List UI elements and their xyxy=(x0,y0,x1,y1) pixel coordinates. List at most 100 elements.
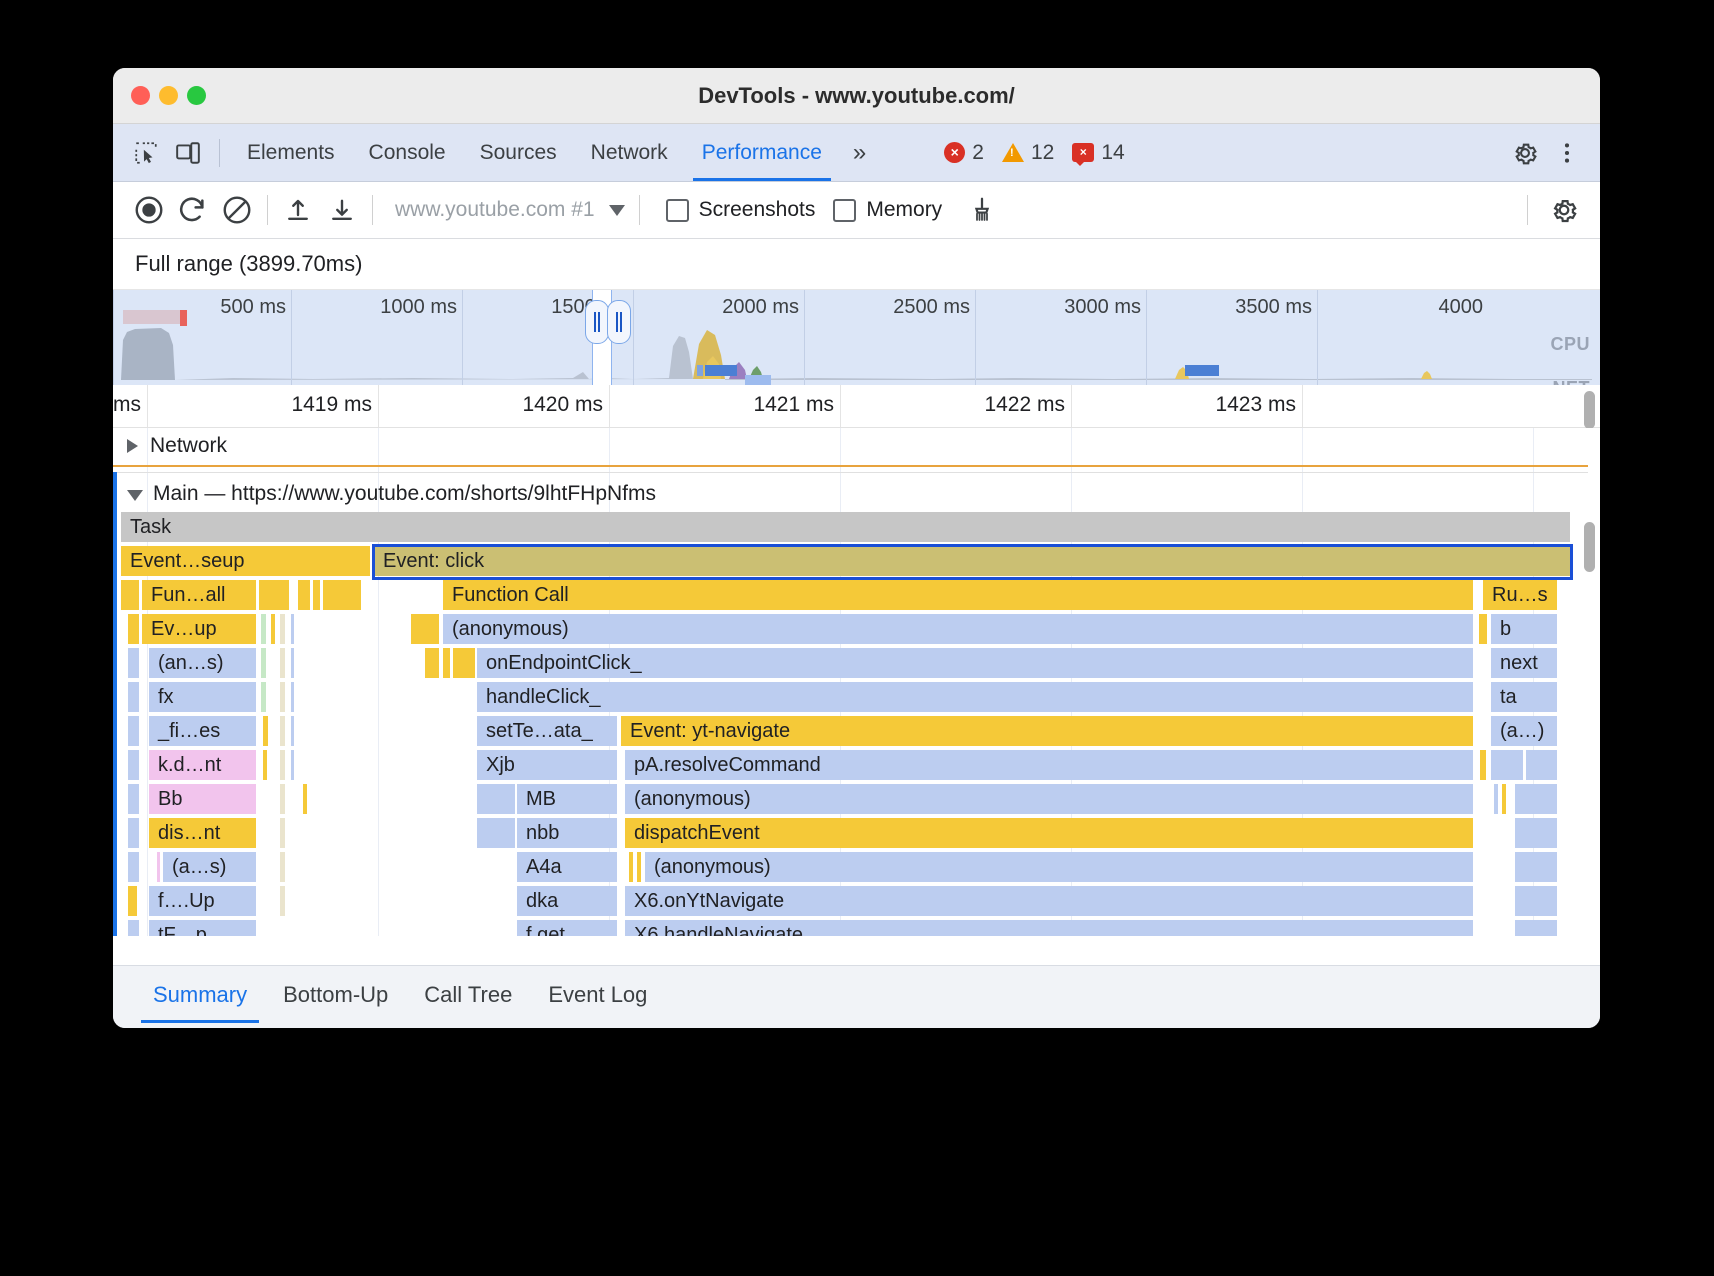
flame-bar[interactable]: tF…p xyxy=(149,920,256,936)
flame-bar-sliver[interactable] xyxy=(411,614,439,644)
flame-bar-sliver[interactable] xyxy=(128,614,139,644)
screenshots-checkbox[interactable] xyxy=(666,199,689,222)
flame-bar-sliver[interactable] xyxy=(443,648,450,678)
flame-bar-sliver[interactable] xyxy=(291,716,294,746)
flame-bar[interactable]: dka xyxy=(517,886,617,916)
tracks-scrollbar-thumb[interactable] xyxy=(1584,522,1595,572)
flame-bar-sliver[interactable] xyxy=(280,886,285,916)
flame-bar-sliver[interactable] xyxy=(1480,750,1486,780)
flame-bar-sliver[interactable] xyxy=(128,682,139,712)
flame-bar-sliver[interactable] xyxy=(280,648,285,678)
chevron-down-icon[interactable] xyxy=(609,205,625,216)
flame-bar-sliver[interactable] xyxy=(280,784,285,814)
reload-record-icon[interactable] xyxy=(171,188,215,232)
flame-bar-sliver[interactable] xyxy=(263,716,268,746)
flame-bar-sliver[interactable] xyxy=(1494,784,1498,814)
device-toolbar-icon[interactable] xyxy=(167,132,209,174)
warning-counter[interactable]: 12 xyxy=(996,141,1060,165)
timeline-overview[interactable]: 500 ms 1000 ms 1500 ms 2000 ms 2500 ms 3… xyxy=(113,290,1600,385)
flame-bar[interactable]: Task xyxy=(121,512,1570,542)
flame-bar[interactable]: (anonymous) xyxy=(625,784,1473,814)
flame-bar-sliver[interactable] xyxy=(1491,750,1523,780)
violation-counter[interactable]: × 14 xyxy=(1066,141,1130,165)
tab-elements[interactable]: Elements xyxy=(230,124,352,181)
tab-console[interactable]: Console xyxy=(352,124,463,181)
flame-bar[interactable]: A4a xyxy=(517,852,617,882)
flame-bar[interactable]: dispatchEvent xyxy=(625,818,1473,848)
flame-bar[interactable]: f….Up xyxy=(149,886,256,916)
tab-event-log[interactable]: Event Log xyxy=(530,966,665,1028)
flame-bar-sliver[interactable] xyxy=(1515,818,1557,848)
flame-bar-sliver[interactable] xyxy=(1515,784,1557,814)
chevron-down-icon[interactable] xyxy=(127,490,143,501)
flame-bar-sliver[interactable] xyxy=(128,886,137,916)
flame-bar-sliver[interactable] xyxy=(291,682,294,712)
tab-sources[interactable]: Sources xyxy=(463,124,574,181)
flame-bar-sliver[interactable] xyxy=(477,818,515,848)
flame-bar[interactable]: Ev…up xyxy=(142,614,256,644)
collect-garbage-icon[interactable] xyxy=(960,188,1004,232)
flame-bar[interactable]: Event…seup xyxy=(121,546,370,576)
inspect-element-icon[interactable] xyxy=(125,132,167,174)
flame-bar-sliver[interactable] xyxy=(271,614,275,644)
flame-bar[interactable]: handleClick_ xyxy=(477,682,1473,712)
flame-bar-sliver[interactable] xyxy=(121,580,139,610)
flame-bar-sliver[interactable] xyxy=(280,818,285,848)
memory-checkbox-group[interactable]: Memory xyxy=(833,198,942,222)
record-circle-icon[interactable] xyxy=(127,188,171,232)
flame-bar[interactable]: X6.onYtNavigate xyxy=(625,886,1473,916)
flame-bar-sliver[interactable] xyxy=(280,852,285,882)
flame-bar-sliver[interactable] xyxy=(128,784,139,814)
flame-bar-sliver[interactable] xyxy=(128,716,139,746)
flame-bar-sliver[interactable] xyxy=(425,648,439,678)
flame-bar-sliver[interactable] xyxy=(280,682,285,712)
flame-bar[interactable]: MB xyxy=(517,784,617,814)
flame-bar[interactable]: _fi…es xyxy=(149,716,256,746)
flame-bar-sliver[interactable] xyxy=(128,818,139,848)
flame-bar[interactable]: Ru…s xyxy=(1483,580,1557,610)
flame-bar[interactable]: pA.resolveCommand xyxy=(625,750,1473,780)
flame-bar[interactable]: (anonymous) xyxy=(443,614,1473,644)
more-tabs-icon[interactable]: » xyxy=(839,139,878,167)
flame-bar[interactable]: (anonymous) xyxy=(645,852,1473,882)
flame-bar-sliver[interactable] xyxy=(298,580,310,610)
flame-bar[interactable]: Fun…all xyxy=(142,580,256,610)
flame-bar[interactable]: Xjb xyxy=(477,750,617,780)
flame-bar-sliver[interactable] xyxy=(1502,784,1506,814)
screenshots-checkbox-group[interactable]: Screenshots xyxy=(666,198,816,222)
flame-bar[interactable]: (a…s) xyxy=(163,852,256,882)
flame-bar[interactable]: next xyxy=(1491,648,1557,678)
flame-bar[interactable]: (an…s) xyxy=(149,648,256,678)
flame-bar-sliver[interactable] xyxy=(323,580,361,610)
flame-bar-sliver[interactable] xyxy=(1515,886,1557,916)
memory-checkbox[interactable] xyxy=(833,199,856,222)
error-counter[interactable]: × 2 xyxy=(938,141,990,165)
flame-bar-sliver[interactable] xyxy=(128,852,139,882)
flame-bar-sliver[interactable] xyxy=(303,784,307,814)
flame-bar-sliver[interactable] xyxy=(291,750,294,780)
flame-bar[interactable]: fx xyxy=(149,682,256,712)
flame-bar[interactable]: ta xyxy=(1491,682,1557,712)
flame-bar[interactable]: k.d…nt xyxy=(149,750,256,780)
tab-network[interactable]: Network xyxy=(574,124,685,181)
flame-bar-sliver[interactable] xyxy=(1526,750,1557,780)
flame-bar-sliver[interactable] xyxy=(291,614,294,644)
track-header-main[interactable]: Main — https://www.youtube.com/shorts/9l… xyxy=(113,476,1600,512)
tab-performance[interactable]: Performance xyxy=(685,124,839,181)
chevron-right-icon[interactable] xyxy=(127,439,138,453)
flame-bar-sliver[interactable] xyxy=(280,750,285,780)
flame-bar-sliver[interactable] xyxy=(313,580,320,610)
tab-bottom-up[interactable]: Bottom-Up xyxy=(265,966,406,1028)
download-profile-icon[interactable] xyxy=(320,188,364,232)
tab-summary[interactable]: Summary xyxy=(135,966,265,1028)
flame-bar-sliver[interactable] xyxy=(1515,852,1557,882)
flame-bar-sliver[interactable] xyxy=(263,750,267,780)
selection-handle-left[interactable] xyxy=(585,300,609,344)
flame-bar-sliver[interactable] xyxy=(261,682,266,712)
flame-bar-sliver[interactable] xyxy=(1515,920,1557,936)
flame-bar[interactable]: Event: yt-navigate xyxy=(621,716,1473,746)
flame-bar[interactable]: (a…) xyxy=(1491,716,1557,746)
flame-bar-sliver[interactable] xyxy=(157,852,160,882)
flame-bar-sliver[interactable] xyxy=(1479,614,1487,644)
upload-profile-icon[interactable] xyxy=(276,188,320,232)
